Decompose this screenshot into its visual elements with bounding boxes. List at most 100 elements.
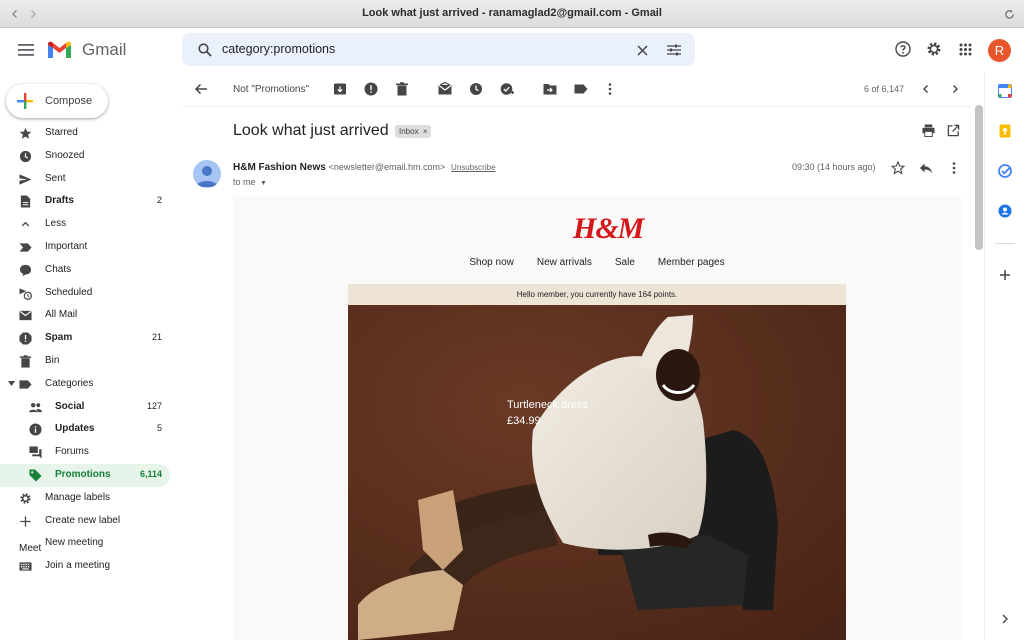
- archive-icon[interactable]: [333, 82, 347, 96]
- more-options-icon[interactable]: [947, 161, 961, 175]
- mail-icon: [19, 311, 32, 321]
- star-outline-icon[interactable]: [891, 161, 905, 175]
- sender-avatar[interactable]: [193, 160, 221, 188]
- search-button[interactable]: [189, 34, 221, 66]
- nav-shop-now[interactable]: Shop now: [469, 257, 513, 268]
- reload-button[interactable]: [1000, 5, 1018, 23]
- send-icon: [19, 173, 32, 185]
- nav-sale[interactable]: Sale: [615, 257, 635, 268]
- side-panel-rail: [984, 72, 1024, 640]
- sidebar-item-chats[interactable]: Chats: [0, 259, 182, 282]
- help-icon: [895, 41, 911, 57]
- settings-button[interactable]: [918, 33, 950, 65]
- sidebar-item-promotions[interactable]: Promotions 6,114: [0, 463, 170, 487]
- search-icon: [198, 43, 212, 57]
- info-icon: [29, 423, 42, 436]
- keep-icon[interactable]: [998, 124, 1012, 138]
- sender-name[interactable]: H&M Fashion News: [233, 162, 326, 173]
- inbox-label-chip[interactable]: Inbox ×: [395, 125, 432, 138]
- compose-label: Compose: [45, 95, 93, 107]
- more-vertical-icon[interactable]: [603, 82, 617, 96]
- label-as-icon[interactable]: [574, 82, 588, 96]
- open-new-window-icon[interactable]: [947, 124, 960, 137]
- sender-email: <newsletter@email.hm.com>: [328, 162, 446, 172]
- tasks-icon[interactable]: [998, 164, 1012, 178]
- scheduled-icon: [19, 287, 32, 300]
- main-menu-button[interactable]: [10, 34, 42, 66]
- email-timestamp: 09:30 (14 hours ago): [792, 162, 876, 172]
- sidebar-item-manage-labels[interactable]: Manage labels: [0, 487, 182, 510]
- star-icon: [19, 127, 32, 139]
- nav-new-arrivals[interactable]: New arrivals: [537, 257, 592, 268]
- compose-button[interactable]: Compose: [6, 84, 108, 118]
- search-bar[interactable]: category:promotions: [182, 33, 695, 66]
- sidebar-item-forums[interactable]: Forums: [0, 441, 182, 464]
- product-price: £34.99: [507, 415, 541, 427]
- important-icon: [19, 243, 32, 252]
- sidebar-item-sent[interactable]: Sent: [0, 168, 182, 191]
- reply-icon[interactable]: [919, 161, 933, 175]
- support-button[interactable]: [887, 33, 919, 65]
- recipient-label: to me: [233, 177, 256, 187]
- close-icon: [636, 44, 648, 56]
- newer-chevron-icon[interactable]: [919, 82, 933, 96]
- hero-image[interactable]: Turtleneck dress £34.99: [348, 305, 846, 640]
- sidebar-item-all-mail[interactable]: All Mail: [0, 304, 182, 327]
- apps-grid-icon: [959, 43, 971, 55]
- back-arrow-icon[interactable]: [194, 82, 208, 96]
- gmail-logo[interactable]: [46, 40, 73, 60]
- sidebar-item-drafts[interactable]: Drafts 2: [0, 190, 182, 213]
- search-options-button[interactable]: [658, 34, 690, 66]
- account-avatar[interactable]: R: [988, 39, 1011, 62]
- chevron-up-icon: [21, 221, 30, 227]
- not-promotions-button[interactable]: Not "Promotions": [233, 84, 309, 95]
- nav-member-pages[interactable]: Member pages: [658, 257, 725, 268]
- sidebar-item-less[interactable]: Less: [0, 213, 182, 236]
- expand-panel-chevron-icon[interactable]: [999, 613, 1011, 625]
- plus-color-icon: [17, 93, 33, 109]
- window-title: Look what just arrived - ranamaglad2@gma…: [362, 7, 662, 19]
- forum-icon: [29, 446, 42, 459]
- get-addons-plus-icon[interactable]: [998, 268, 1012, 282]
- sidebar-item-important[interactable]: Important: [0, 236, 182, 259]
- sidebar-item-create-label[interactable]: Create new label: [0, 510, 182, 533]
- recipient-details[interactable]: to me ▼: [233, 177, 267, 187]
- clear-search-button[interactable]: [626, 34, 658, 66]
- search-input[interactable]: category:promotions: [222, 42, 335, 56]
- unsubscribe-link[interactable]: Unsubscribe: [451, 163, 495, 172]
- pagination-count: 6 of 6,147: [864, 84, 905, 94]
- print-icon[interactable]: [922, 124, 935, 137]
- gmail-wordmark: Gmail: [82, 40, 127, 59]
- label-icon: [19, 380, 32, 389]
- sidebar-item-scheduled[interactable]: Scheduled: [0, 282, 182, 305]
- calendar-icon[interactable]: [998, 84, 1012, 98]
- delete-icon[interactable]: [395, 82, 409, 96]
- mark-unread-icon[interactable]: [438, 82, 452, 96]
- message-toolbar: Not "Promotions" 6 of 6,147: [182, 72, 970, 107]
- add-task-icon[interactable]: [500, 82, 514, 96]
- tune-icon: [667, 44, 681, 56]
- older-chevron-icon[interactable]: [948, 82, 962, 96]
- window-title-bar: Look what just arrived - ranamaglad2@gma…: [0, 0, 1024, 28]
- sidebar-item-bin[interactable]: Bin: [0, 350, 182, 373]
- contacts-icon[interactable]: [998, 204, 1012, 218]
- main-scrollbar[interactable]: [975, 105, 983, 250]
- hm-logo[interactable]: H&M: [573, 212, 644, 246]
- sidebar-item-social[interactable]: Social 127: [0, 396, 182, 419]
- sidebar-item-snoozed[interactable]: Snoozed: [0, 145, 182, 168]
- apps-button[interactable]: [949, 33, 981, 65]
- gear-icon: [927, 42, 941, 56]
- sidebar-item-join-meeting[interactable]: Join a meeting: [0, 555, 182, 578]
- remove-label-icon[interactable]: ×: [423, 127, 428, 136]
- report-spam-icon[interactable]: [364, 82, 378, 96]
- caret-down-icon: ▼: [260, 180, 267, 187]
- sidebar-item-categories[interactable]: Categories: [0, 373, 182, 396]
- sender-line: H&M Fashion News <newsletter@email.hm.co…: [233, 162, 496, 173]
- sidebar-item-updates[interactable]: Updates 5: [0, 418, 182, 441]
- meet-section-title: Meet: [19, 543, 42, 554]
- sidebar-item-spam[interactable]: Spam 21: [0, 327, 182, 350]
- sidebar-item-starred[interactable]: Starred: [0, 122, 182, 145]
- snooze-icon[interactable]: [469, 82, 483, 96]
- move-to-icon[interactable]: [543, 82, 557, 96]
- person-icon: [196, 166, 218, 187]
